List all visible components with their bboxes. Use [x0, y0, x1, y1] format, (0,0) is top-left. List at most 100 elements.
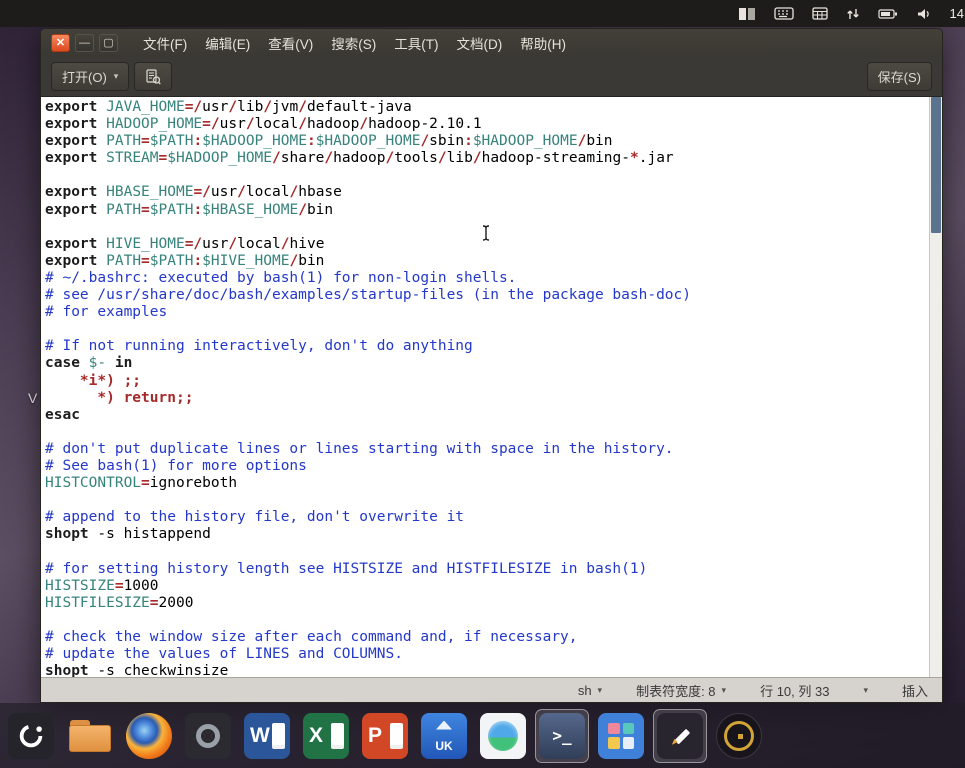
- dock-item-wps-presentation[interactable]: P: [358, 709, 412, 763]
- dock-item-firefox[interactable]: [122, 709, 176, 763]
- code-line: # don't put duplicate lines or lines sta…: [45, 440, 674, 457]
- code-line: export HADOOP_HOME=/usr/local/hadoop/had…: [45, 116, 482, 133]
- code-line: # See bash(1) for more options: [45, 457, 307, 474]
- calendar-icon[interactable]: [811, 6, 828, 21]
- open-button-label: 打开(O): [62, 70, 107, 85]
- language-mode-label: sh: [577, 682, 592, 698]
- dock-item-note-editor[interactable]: [653, 708, 707, 763]
- code-line: # see /usr/share/doc/bash/examples/start…: [45, 287, 692, 304]
- code-line: *) return;;: [97, 389, 194, 406]
- dock: W X P UK >_: [0, 703, 965, 768]
- toolbar: 打开(O) ▾ 保存(S): [41, 57, 942, 97]
- software-center-icon: UK: [421, 712, 467, 759]
- dock-item-files[interactable]: [63, 709, 117, 763]
- editor: export JAVA_HOME=/usr/lib/jvm/default-ja…: [41, 97, 942, 677]
- assistant-ring-icon: [716, 712, 762, 759]
- menu-help[interactable]: 帮助(H): [511, 28, 575, 58]
- close-button[interactable]: ✕: [51, 34, 70, 52]
- titlebar: ✕ — ▢ 文件(F) 编辑(E) 查看(V) 搜索(S) 工具(T) 文档(D…: [41, 29, 942, 57]
- chevron-down-icon: ▾: [721, 684, 727, 695]
- document-page-shape: [272, 722, 285, 749]
- insert-mode-indicator: 插入: [902, 681, 928, 700]
- battery-icon[interactable]: [877, 8, 898, 20]
- dock-item-wps-spreadsheet[interactable]: X: [299, 709, 353, 763]
- terminal-icon: >_: [539, 712, 585, 759]
- code-line: export JAVA_HOME=/usr/lib/jvm/default-ja…: [45, 99, 412, 115]
- document-page-shape: [331, 722, 344, 749]
- spreadsheet-letter: X: [309, 723, 324, 747]
- minimize-button[interactable]: —: [75, 34, 94, 52]
- spreadsheet-icon: X: [303, 712, 349, 759]
- goto-line-dropdown[interactable]: ▾: [863, 685, 868, 696]
- vertical-scrollbar[interactable]: [929, 97, 942, 677]
- code-line: # for setting history length see HISTSIZ…: [45, 560, 648, 577]
- statusbar: sh ▾ 制表符宽度: 8 ▾ 行 10, 列 33 ▾ 插入: [41, 677, 942, 702]
- sync-arrows-icon[interactable]: [846, 7, 860, 21]
- dock-item-wps-writer[interactable]: W: [240, 709, 294, 763]
- code-line: # If not running interactively, don't do…: [45, 338, 473, 355]
- dock-item-ubuntu-kylin-menu[interactable]: [4, 709, 58, 763]
- gedit-window: ✕ — ▢ 文件(F) 编辑(E) 查看(V) 搜索(S) 工具(T) 文档(D…: [40, 28, 943, 703]
- input-method-icon[interactable]: [738, 7, 756, 21]
- volume-icon[interactable]: [916, 7, 932, 21]
- code-line: export HIVE_HOME=/usr/local/hive: [45, 235, 325, 252]
- presentation-icon: P: [362, 712, 408, 759]
- code-line: # append to the history file, don't over…: [45, 509, 465, 526]
- document-search-icon: [145, 68, 162, 85]
- app-grid-icon: [598, 712, 644, 759]
- code-line: export HBASE_HOME=/usr/local/hbase: [45, 184, 342, 201]
- code-line: # ~/.bashrc: executed by bash(1) for non…: [45, 269, 517, 286]
- document-selector-button[interactable]: [134, 62, 173, 91]
- uk-label: UK: [435, 738, 453, 753]
- keyboard-icon[interactable]: [773, 6, 794, 21]
- dock-item-terminal[interactable]: >_: [535, 708, 589, 763]
- code-line: # for examples: [45, 304, 168, 321]
- cursor-position-label: 行 10, 列 33: [760, 683, 830, 699]
- camera-lens-icon: [185, 712, 231, 759]
- menu-documents[interactable]: 文档(D): [448, 28, 512, 58]
- menu-view[interactable]: 查看(V): [259, 28, 322, 58]
- dock-item-app-store-grid[interactable]: [594, 709, 648, 763]
- dock-item-kylin-assistant[interactable]: [712, 709, 766, 763]
- clock[interactable]: 14: [950, 6, 965, 21]
- menu-edit[interactable]: 编辑(E): [196, 28, 259, 58]
- tab-width-label: 制表符宽度: 8: [636, 683, 716, 699]
- code-line: HISTCONTROL=ignoreboth: [45, 475, 238, 492]
- terminal-prompt-glyph: >_: [552, 726, 572, 745]
- code-line: shopt -s checkwinsize: [45, 663, 229, 677]
- save-button-label: 保存(S): [877, 70, 921, 85]
- presentation-letter: P: [368, 723, 383, 747]
- open-button[interactable]: 打开(O) ▾: [51, 62, 130, 91]
- menu-file[interactable]: 文件(F): [134, 28, 196, 58]
- code-line: HISTFILESIZE=2000: [45, 594, 194, 611]
- menu-search[interactable]: 搜索(S): [322, 28, 385, 58]
- cursor-position: 行 10, 列 33: [760, 681, 829, 700]
- ubuntu-kylin-swirl-icon: [8, 712, 54, 759]
- language-mode-selector[interactable]: sh ▾: [578, 683, 602, 698]
- dock-item-software-center[interactable]: UK: [417, 709, 471, 763]
- dock-item-browser[interactable]: [476, 709, 530, 763]
- text-area[interactable]: export JAVA_HOME=/usr/lib/jvm/default-ja…: [41, 97, 930, 677]
- menu-tools[interactable]: 工具(T): [385, 28, 447, 58]
- code-line: # check the window size after each comma…: [45, 628, 578, 645]
- code-line: esac: [45, 406, 80, 423]
- chevron-down-icon: ▾: [113, 71, 119, 81]
- globe-icon: [480, 712, 526, 759]
- dock-item-screenshot-tool[interactable]: [181, 709, 235, 763]
- tab-width-selector[interactable]: 制表符宽度: 8 ▾: [636, 681, 726, 700]
- save-button[interactable]: 保存(S): [866, 62, 932, 91]
- menubar: 文件(F) 编辑(E) 查看(V) 搜索(S) 工具(T) 文档(D) 帮助(H…: [134, 28, 575, 58]
- scrollbar-thumb[interactable]: [931, 97, 941, 233]
- code-line: export STREAM=$HADOOP_HOME/share/hadoop/…: [45, 150, 674, 167]
- maximize-button[interactable]: ▢: [99, 34, 118, 52]
- code-line: HISTSIZE=1000: [45, 577, 159, 594]
- folder-icon: [67, 713, 113, 759]
- writer-icon: W: [244, 712, 290, 759]
- firefox-icon: [126, 712, 172, 759]
